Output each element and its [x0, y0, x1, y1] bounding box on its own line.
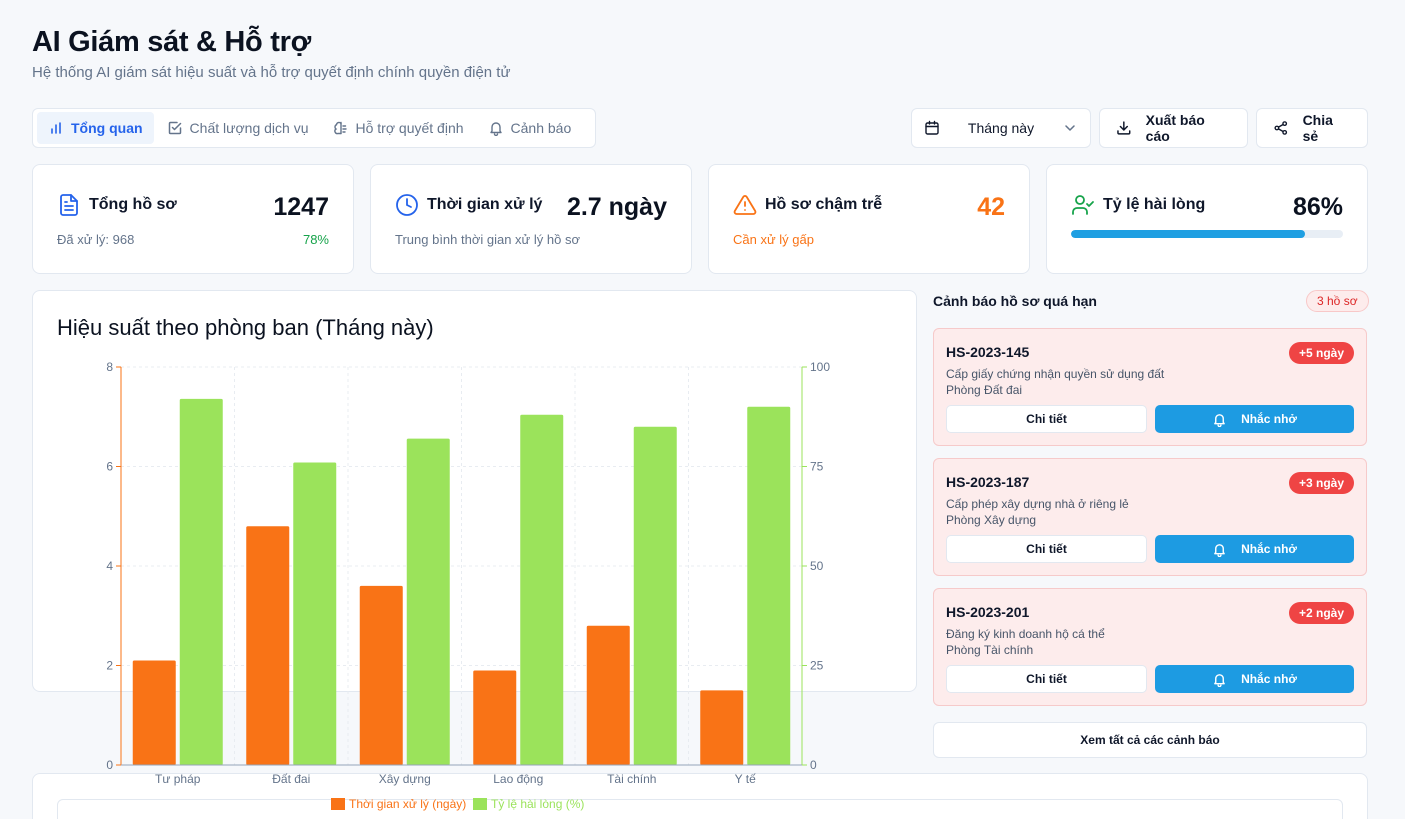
alert-description: Cấp phép xây dựng nhà ở riêng lẻ [946, 497, 1129, 511]
bell-icon [1214, 543, 1225, 557]
alert-remind-button[interactable]: Nhắc nhở [1155, 405, 1354, 433]
alert-record-code: HS-2023-201 [946, 604, 1030, 620]
tab-overview-label: Tổng quan [71, 120, 143, 136]
stat-total-value: 1247 [273, 193, 329, 221]
alerts-title: Cảnh báo hồ sơ quá hạn [933, 293, 1097, 309]
stat-satisfaction-label: Tỷ lệ hài lòng [1103, 196, 1206, 213]
tab-decision-support-label: Hỗ trợ quyết định [355, 120, 464, 136]
alert-department: Phòng Đất đai [946, 383, 1023, 397]
bell-icon [1214, 673, 1225, 687]
alert-overdue-badge: +3 ngày [1288, 472, 1354, 494]
tab-decision-support[interactable]: Hỗ trợ quyết định [322, 112, 475, 144]
page-title: AI Giám sát & Hỗ trợ [32, 26, 311, 58]
bell-icon [1214, 413, 1225, 427]
stat-late-label: Hồ sơ chậm trễ [765, 196, 883, 213]
stat-total-sub: Đã xử lý: 968 [57, 232, 135, 247]
alert-department: Phòng Xây dựng [946, 513, 1037, 527]
alert-description: Cấp giấy chứng nhận quyền sử dụng đất [946, 367, 1165, 381]
alert-item: HS-2023-187 +3 ngày Cấp phép xây dựng nh… [933, 458, 1367, 576]
clock-icon [396, 194, 418, 216]
calendar-icon [925, 120, 939, 135]
stat-satisfaction-value: 86% [1292, 193, 1343, 221]
stat-card-total-records: Tổng hồ sơ 1247 Đã xử lý: 968 78% [32, 164, 354, 274]
alert-detail-button[interactable]: Chi tiết [946, 405, 1147, 433]
alert-description: Đăng ký kinh doanh hộ cá thể [946, 627, 1105, 641]
stat-time-label: Thời gian xử lý [427, 196, 543, 213]
checkbox-icon [168, 121, 181, 135]
satisfaction-progress-fill [1071, 230, 1305, 238]
alert-detail-button[interactable]: Chi tiết [946, 665, 1147, 693]
page-subtitle: Hệ thống AI giám sát hiệu suất và hỗ trợ… [32, 64, 511, 81]
chevron-down-icon [1065, 125, 1075, 131]
tab-alerts[interactable]: Cảnh báo [477, 112, 583, 144]
alert-remind-label: Nhắc nhở [1241, 542, 1297, 556]
alert-item: HS-2023-201 +2 ngày Đăng ký kinh doanh h… [933, 588, 1367, 706]
tab-alerts-label: Cảnh báo [510, 120, 572, 136]
alert-record-code: HS-2023-187 [946, 474, 1030, 490]
alert-detail-button[interactable]: Chi tiết [946, 535, 1147, 563]
period-select-value: Tháng này [967, 120, 1035, 136]
alert-remind-button[interactable]: Nhắc nhở [1155, 665, 1354, 693]
share-icon [1274, 121, 1288, 135]
satisfaction-progress-bar [1071, 230, 1343, 238]
bar-chart-icon [51, 122, 61, 134]
document-icon [60, 194, 78, 216]
export-report-label: Xuất báo cáo [1145, 112, 1205, 144]
alert-remind-label: Nhắc nhở [1241, 672, 1297, 686]
share-button[interactable]: Chia sẻ [1256, 108, 1368, 148]
chart-title: Hiệu suất theo phòng ban (Tháng này) [57, 315, 434, 340]
bar-processing-time [700, 690, 744, 765]
stat-late-value: 42 [977, 193, 1005, 221]
view-all-alerts-button[interactable]: Xem tất cả các cảnh báo [933, 722, 1367, 758]
export-report-button[interactable]: Xuất báo cáo [1099, 108, 1248, 148]
period-select[interactable]: Tháng này [911, 108, 1091, 148]
stat-total-percent: 78% [302, 232, 329, 247]
download-icon [1117, 121, 1131, 135]
tab-overview[interactable]: Tổng quan [37, 112, 154, 144]
bell-icon [489, 122, 502, 136]
share-label: Chia sẻ [1302, 112, 1333, 144]
stat-time-sub: Trung bình thời gian xử lý hồ sơ [395, 232, 580, 247]
stat-card-late-records: Hồ sơ chậm trễ 42 Cần xử lý gấp [708, 164, 1030, 274]
stat-card-processing-time: Thời gian xử lý 2.7 ngày Trung bình thời… [370, 164, 692, 274]
stat-card-satisfaction: Tỷ lệ hài lòng 86% [1046, 164, 1368, 274]
y-right-tick-label: 0 [810, 758, 817, 772]
stat-late-sub: Cần xử lý gấp [733, 232, 814, 247]
tab-service-quality[interactable]: Chất lượng dịch vụ [156, 112, 320, 144]
alert-department: Phòng Tài chính [946, 643, 1034, 657]
tab-service-quality-label: Chất lượng dịch vụ [189, 120, 309, 136]
alert-item: HS-2023-145 +5 ngày Cấp giấy chứng nhận … [933, 328, 1367, 446]
tab-bar: Tổng quan Chất lượng dịch vụ Hỗ trợ quyế… [32, 108, 596, 148]
alerts-count-badge: 3 hồ sơ [1306, 290, 1369, 312]
alert-overdue-badge: +5 ngày [1288, 342, 1354, 364]
brain-icon [333, 121, 347, 135]
user-check-icon [1072, 195, 1094, 215]
department-performance-card [32, 290, 917, 692]
stat-time-value: 2.7 ngày [566, 193, 667, 221]
alert-record-code: HS-2023-145 [946, 344, 1030, 360]
lower-panel-inner [57, 799, 1343, 819]
alert-remind-button[interactable]: Nhắc nhở [1155, 535, 1354, 563]
warning-icon [733, 195, 757, 215]
alert-overdue-badge: +2 ngày [1288, 602, 1354, 624]
alert-remind-label: Nhắc nhở [1241, 412, 1297, 426]
y-left-tick-label: 0 [106, 758, 113, 772]
stat-total-label: Tổng hồ sơ [89, 196, 177, 213]
